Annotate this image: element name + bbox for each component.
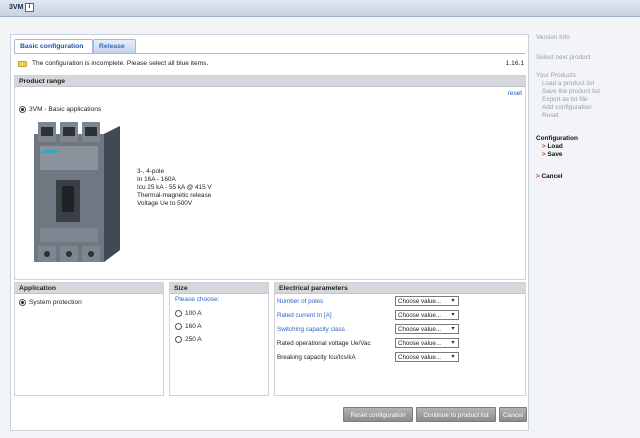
- spec-line: Thermal-magnetic release: [137, 192, 212, 199]
- product-range-header: Product range: [15, 76, 525, 87]
- param-row-rated-current: Rated current In [A] Choose value... ▾: [277, 310, 523, 322]
- product-option-label: 3VM - Basic applications: [29, 106, 102, 113]
- tab-release[interactable]: Release: [93, 39, 136, 53]
- application-option-label: System protection: [29, 299, 82, 306]
- notice-text: The configuration is incomplete. Please …: [32, 60, 209, 67]
- reset-configuration-button[interactable]: Reset configuration: [343, 407, 413, 422]
- arrow-icon: >: [536, 173, 540, 180]
- select-value: Choose value...: [398, 326, 441, 333]
- select-value: Choose value...: [398, 354, 441, 361]
- select-value: Choose value...: [398, 340, 441, 347]
- load-label: Load: [547, 143, 563, 150]
- breaking-capacity-select[interactable]: Choose value... ▾: [395, 352, 459, 362]
- spec-line: 3-, 4-pole: [137, 168, 164, 175]
- title-bar: 3VM i: [0, 0, 640, 17]
- configurator-panel: Basic configuration Release The configur…: [10, 34, 529, 431]
- application-option-system-protection[interactable]: System protection: [19, 299, 82, 306]
- chevron-down-icon: ▾: [451, 340, 455, 346]
- size-option-label: 160 A: [185, 323, 202, 330]
- spec-line: Voltage Ue to 500V: [137, 200, 193, 207]
- param-label: Switching capacity class: [277, 326, 345, 333]
- size-section: Size Please choose: 100 A 160 A 250 A: [169, 282, 269, 396]
- param-label: Rated current In [A]: [277, 312, 332, 319]
- select-value: Choose value...: [398, 312, 441, 319]
- param-row-switching-capacity: Switching capacity class Choose value...…: [277, 324, 523, 336]
- electrical-header: Electrical parameters: [275, 283, 525, 294]
- param-label: Number of poles: [277, 298, 324, 305]
- switching-capacity-select[interactable]: Choose value... ▾: [395, 324, 459, 334]
- param-row-rated-voltage: Rated operational voltage Ue/Vac Choose …: [277, 338, 523, 350]
- save-product-list-link[interactable]: Save the product list: [542, 88, 600, 95]
- size-prompt: Please choose:: [175, 296, 220, 303]
- select-value: Choose value...: [398, 298, 441, 305]
- size-option-label: 100 A: [185, 310, 202, 317]
- size-option-160a[interactable]: 160 A: [175, 323, 202, 330]
- arrow-icon: >: [542, 151, 546, 158]
- load-configuration-link[interactable]: > Load: [542, 143, 563, 150]
- chevron-down-icon: ▾: [451, 298, 455, 304]
- radio-160a[interactable]: [175, 323, 182, 330]
- configuration-heading: Configuration: [536, 135, 578, 142]
- electrical-parameters-section: Electrical parameters Number of poles Ch…: [274, 282, 526, 396]
- spec-line: Icu 25 kA - 55 kA @ 415 V: [137, 184, 212, 191]
- reset-products-link[interactable]: Reset: [542, 112, 559, 119]
- size-option-250a[interactable]: 250 A: [175, 336, 202, 343]
- param-label: Rated operational voltage Ue/Vac: [277, 340, 371, 347]
- version-info-link[interactable]: Version Info: [536, 34, 570, 41]
- version-number: 1.16.1: [505, 60, 524, 67]
- tab-divider: [14, 53, 525, 54]
- number-of-poles-select[interactable]: Choose value... ▾: [395, 296, 459, 306]
- radio-system-protection[interactable]: [19, 299, 26, 306]
- your-products-heading: Your Products: [536, 72, 576, 79]
- chevron-down-icon: ▾: [451, 354, 455, 360]
- reset-link[interactable]: reset: [508, 90, 522, 97]
- size-option-100a[interactable]: 100 A: [175, 310, 202, 317]
- rated-current-select[interactable]: Choose value... ▾: [395, 310, 459, 320]
- add-configuration-link[interactable]: Add configuration: [542, 104, 592, 111]
- param-row-number-of-poles: Number of poles Choose value... ▾: [277, 296, 523, 308]
- cancel-button[interactable]: Cancel: [499, 407, 527, 422]
- radio-100a[interactable]: [175, 310, 182, 317]
- incomplete-notice: The configuration is incomplete. Please …: [18, 59, 524, 71]
- product-specs: 3-, 4-pole In 16A - 160A Icu 25 kA - 55 …: [137, 168, 212, 208]
- radio-3vm[interactable]: [19, 106, 26, 113]
- info-icon[interactable]: i: [25, 3, 34, 12]
- chevron-down-icon: ▾: [451, 326, 455, 332]
- product-option-3vm[interactable]: 3VM - Basic applications: [19, 106, 101, 113]
- rated-voltage-select[interactable]: Choose value... ▾: [395, 338, 459, 348]
- breaker-image: [34, 122, 120, 262]
- spec-line: In 16A - 160A: [137, 176, 176, 183]
- save-label: Save: [547, 151, 563, 158]
- save-configuration-link[interactable]: > Save: [542, 151, 562, 158]
- arrow-icon: >: [542, 143, 546, 150]
- export-txt-link[interactable]: Export as txt file: [542, 96, 587, 103]
- cancel-configuration-link[interactable]: > Cancel: [536, 173, 562, 180]
- application-section: Application System protection: [14, 282, 164, 396]
- product-range-section: Product range reset 3VM - Basic applicat…: [14, 75, 526, 280]
- select-next-product-link[interactable]: Select next product: [536, 54, 591, 61]
- app-title: 3VM: [9, 4, 24, 11]
- param-label: Breaking capacity Icu/Ics/kA: [277, 354, 356, 361]
- size-header: Size: [170, 283, 268, 294]
- application-header: Application: [15, 283, 163, 294]
- cancel-label: Cancel: [541, 173, 563, 180]
- radio-250a[interactable]: [175, 336, 182, 343]
- param-row-breaking-capacity: Breaking capacity Icu/Ics/kA Choose valu…: [277, 352, 523, 364]
- tab-basic-configuration[interactable]: Basic configuration: [14, 39, 93, 53]
- folder-icon: [18, 61, 27, 67]
- continue-to-product-list-button[interactable]: Continue to product list: [416, 407, 496, 422]
- chevron-down-icon: ▾: [451, 312, 455, 318]
- size-option-label: 250 A: [185, 336, 202, 343]
- load-product-list-link[interactable]: Load a product list: [542, 80, 594, 87]
